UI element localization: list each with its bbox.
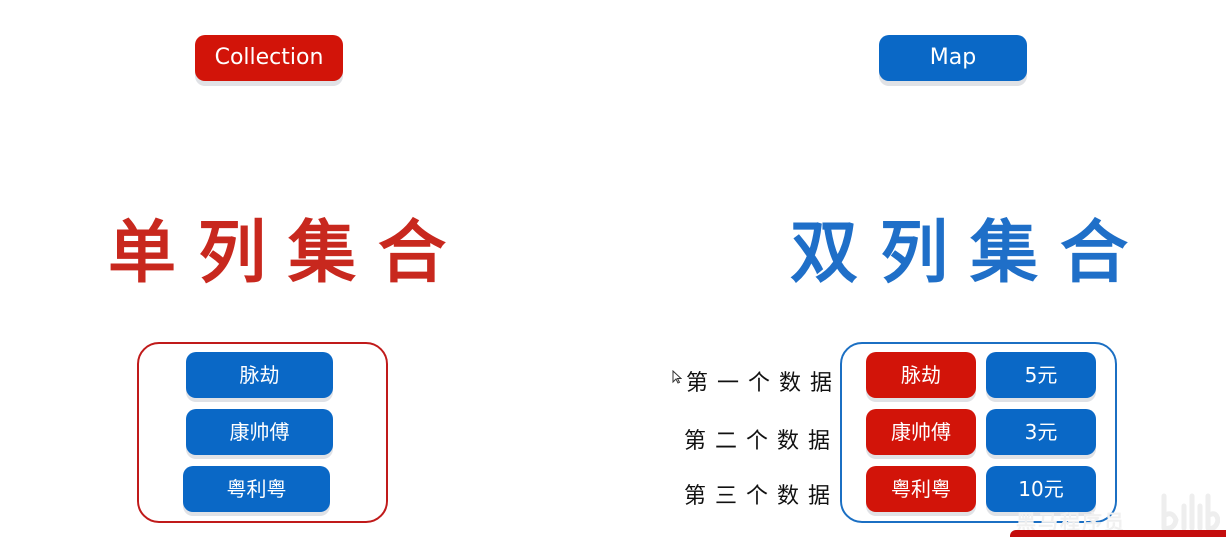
- map-key-pill[interactable]: 脉劫: [866, 352, 976, 398]
- map-key-pill[interactable]: 康帅傅: [866, 409, 976, 455]
- collection-item[interactable]: 脉劫: [186, 352, 333, 398]
- map-key-label: 康帅傅: [891, 420, 951, 444]
- collection-item-label: 脉劫: [239, 363, 280, 387]
- collection-item[interactable]: 康帅傅: [186, 409, 333, 455]
- mouse-pointer-icon: [672, 370, 682, 384]
- collection-header-button[interactable]: Collection: [195, 35, 343, 81]
- bottom-red-strip: [1010, 530, 1226, 537]
- row-label-third: 第三个数据: [684, 484, 840, 509]
- map-key-pill[interactable]: 粤利粤: [866, 466, 976, 512]
- map-value-pill[interactable]: 3元: [986, 409, 1096, 455]
- row-label-first: 第一个数据: [686, 371, 842, 396]
- map-header-button[interactable]: Map: [879, 35, 1027, 81]
- map-header-label: Map: [929, 45, 977, 70]
- collection-header-label: Collection: [214, 45, 324, 70]
- bilibili-logo-icon: [1161, 493, 1220, 531]
- map-key-label: 脉劫: [901, 363, 941, 387]
- map-value-label: 5元: [1024, 363, 1058, 387]
- collection-item-label: 粤利粤: [226, 477, 287, 501]
- single-column-collection-title: 单列集合: [108, 214, 469, 293]
- map-value-pill[interactable]: 5元: [986, 352, 1096, 398]
- collection-item-label: 康帅傅: [229, 420, 290, 444]
- double-column-collection-title: 双列集合: [790, 214, 1151, 293]
- row-label-second: 第二个数据: [684, 429, 840, 454]
- map-key-label: 粤利粤: [891, 477, 951, 501]
- map-value-label: 3元: [1024, 420, 1058, 444]
- collection-item[interactable]: 粤利粤: [183, 466, 330, 512]
